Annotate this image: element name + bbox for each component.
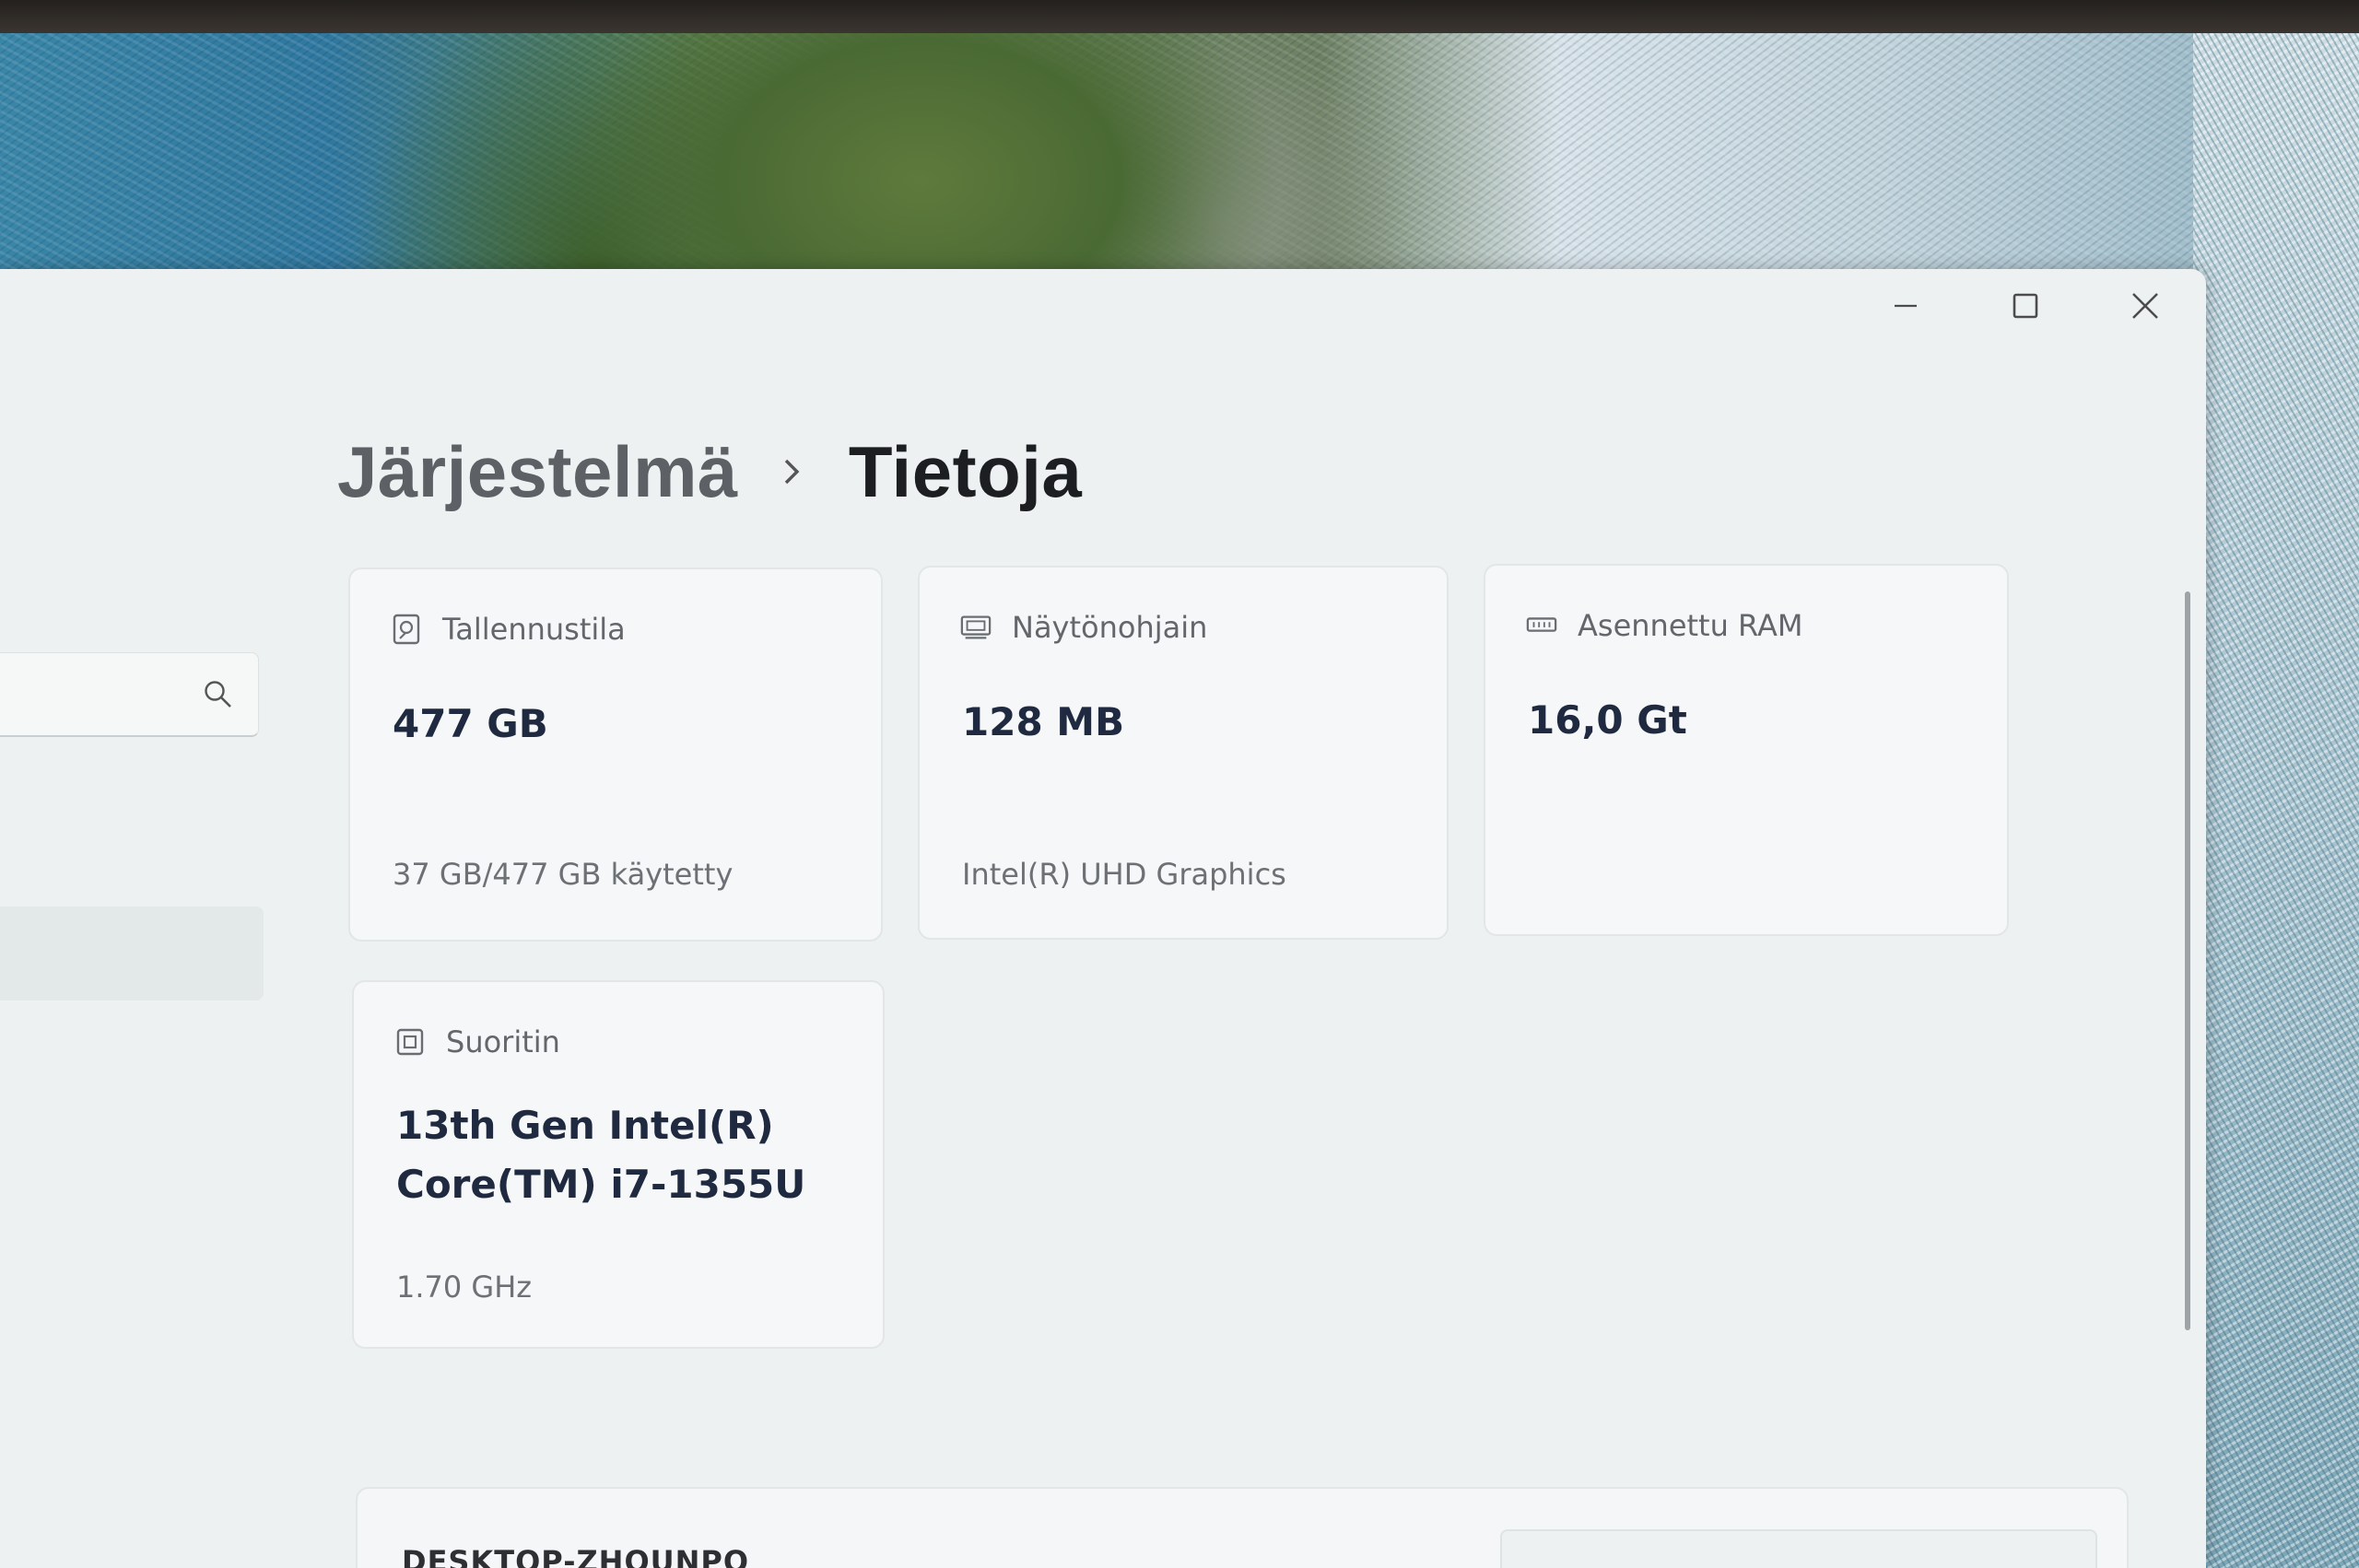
rename-pc-button[interactable]	[1500, 1529, 2097, 1568]
graphics-card-value: 128 MB	[962, 699, 1125, 744]
processor-card-label: Suoritin	[446, 1024, 560, 1059]
sidebar-item-selected[interactable]	[0, 907, 264, 1000]
device-name: DESKTOP-ZHOUNPO	[402, 1544, 750, 1568]
minimize-icon	[1895, 304, 1917, 308]
processor-card-header: Suoritin	[394, 1024, 560, 1059]
graphics-card-label: Näytönohjain	[1012, 610, 1208, 645]
vertical-scrollbar[interactable]	[2185, 591, 2190, 1330]
processor-card-value-line1: 13th Gen Intel(R)	[396, 1103, 774, 1148]
breadcrumb-parent-link[interactable]: Järjestelmä	[337, 430, 738, 514]
minimize-button[interactable]	[1865, 280, 1946, 332]
search-icon	[205, 681, 231, 708]
processor-card: Suoritin 13th Gen Intel(R) Core(TM) i7-1…	[352, 980, 885, 1349]
storage-card-header: Tallennustila	[391, 612, 626, 647]
close-icon	[2132, 293, 2158, 319]
storage-card-label: Tallennustila	[442, 612, 626, 647]
storage-card: Tallennustila 477 GB 37 GB/477 GB käytet…	[348, 568, 883, 942]
graphics-card-icon	[960, 612, 992, 643]
ram-card-label: Asennettu RAM	[1578, 608, 1803, 643]
storage-card-detail: 37 GB/477 GB käytetty	[393, 857, 734, 892]
processor-card-detail: 1.70 GHz	[396, 1270, 533, 1305]
maximize-button[interactable]	[1985, 280, 2066, 332]
settings-window: Järjestelmä Tietoja Tallennustila 477 GB…	[0, 269, 2206, 1568]
memory-module-icon	[1526, 610, 1557, 641]
ram-card-header: Asennettu RAM	[1526, 608, 1802, 643]
processor-chip-icon	[394, 1026, 426, 1058]
breadcrumb: Järjestelmä Tietoja	[337, 426, 1082, 518]
graphics-card: Näytönohjain 128 MB Intel(R) UHD Graphic…	[918, 566, 1449, 940]
graphics-card-detail: Intel(R) UHD Graphics	[962, 857, 1286, 892]
close-button[interactable]	[2105, 280, 2186, 332]
processor-card-value-line2: Core(TM) i7-1355U	[396, 1162, 806, 1207]
storage-card-value: 477 GB	[393, 701, 548, 746]
page-title: Tietoja	[848, 430, 1083, 512]
monitor-bezel	[0, 0, 2359, 33]
ram-card: Asennettu RAM 16,0 Gt	[1484, 564, 2009, 936]
device-name-panel: DESKTOP-ZHOUNPO	[356, 1487, 2129, 1568]
settings-search-input[interactable]	[0, 652, 259, 737]
graphics-card-header: Näytönohjain	[960, 610, 1207, 645]
chevron-right-icon	[780, 453, 804, 490]
storage-drive-icon	[391, 614, 422, 645]
desktop-wallpaper-sea	[2193, 33, 2359, 1568]
ram-card-value: 16,0 Gt	[1528, 697, 1687, 743]
maximize-icon	[2013, 293, 2038, 319]
processor-card-value: 13th Gen Intel(R) Core(TM) i7-1355U	[396, 1096, 805, 1214]
